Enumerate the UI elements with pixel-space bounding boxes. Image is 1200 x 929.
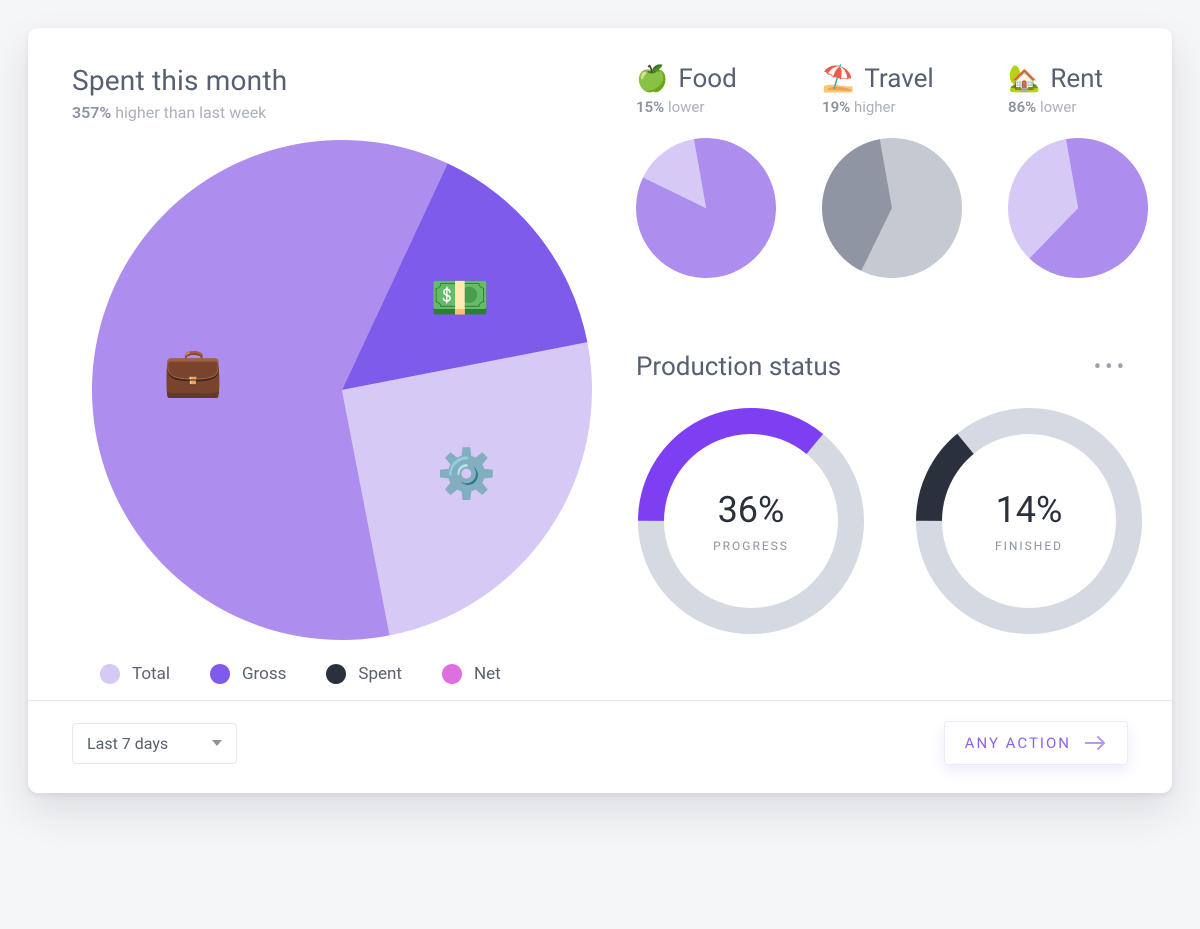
spent-panel: Spent this month 357% higher than last w… — [72, 64, 612, 640]
category-pie — [636, 138, 786, 282]
category-title: 🍏 Food — [636, 64, 786, 94]
category-delta: 86% lower — [1008, 98, 1158, 116]
travel-icon: ⛱️ — [822, 64, 854, 94]
production-rings: 36% PROGRESS 14% FINISHED — [636, 406, 1128, 636]
spent-title: Spent this month — [72, 64, 612, 97]
category-name: Travel — [864, 64, 933, 94]
food-icon: 🍏 — [636, 64, 668, 94]
ring-finished: 14% FINISHED — [914, 406, 1144, 636]
dashboard-card: Spent this month 357% higher than last w… — [28, 28, 1172, 793]
spent-delta-text: higher than last week — [111, 103, 266, 122]
category-delta: 15% lower — [636, 98, 786, 116]
category-title: 🏡 Rent — [1008, 64, 1158, 94]
production-title: Production status — [636, 352, 841, 382]
any-action-button[interactable]: ANY ACTION — [944, 721, 1128, 765]
more-icon[interactable]: ••• — [1094, 355, 1128, 380]
category-delta: 19% higher — [822, 98, 972, 116]
ring-progress: 36% PROGRESS — [636, 406, 866, 636]
spent-delta-pct: 357% — [72, 103, 111, 122]
legend-item-net: Net — [442, 664, 501, 684]
category-food: 🍏 Food 15% lower — [636, 64, 786, 282]
chevron-down-icon — [212, 740, 222, 746]
category-pie — [822, 138, 972, 282]
category-row: 🍏 Food 15% lower ⛱️ Travel 19% higher 🏡 … — [636, 64, 1128, 282]
ring-label: PROGRESS — [713, 539, 789, 553]
ring-percent: 36% — [718, 489, 785, 531]
legend: Total Gross Spent Net — [100, 664, 1128, 684]
spent-pie-chart: 💼 💵 ⚙️ — [92, 140, 592, 640]
category-pie — [1008, 138, 1158, 282]
legend-item-total: Total — [100, 664, 170, 684]
legend-label: Gross — [242, 664, 286, 684]
production-panel: Production status ••• 36% PROGRESS 14% F… — [636, 352, 1128, 636]
category-name: Rent — [1050, 64, 1103, 94]
rent-icon: 🏡 — [1008, 64, 1040, 94]
legend-item-gross: Gross — [210, 664, 286, 684]
cash-icon: 💵 — [430, 274, 490, 322]
category-name: Food — [678, 64, 736, 94]
legend-swatch — [100, 664, 120, 684]
category-rent: 🏡 Rent 86% lower — [1008, 64, 1158, 282]
legend-label: Net — [474, 664, 501, 684]
legend-swatch — [326, 664, 346, 684]
range-select[interactable]: Last 7 days — [72, 723, 237, 764]
ring-label: FINISHED — [995, 539, 1063, 553]
legend-label: Total — [132, 664, 170, 684]
category-travel: ⛱️ Travel 19% higher — [822, 64, 972, 282]
spent-subtitle: 357% higher than last week — [72, 103, 612, 122]
gear-icon: ⚙️ — [436, 450, 496, 498]
legend-swatch — [210, 664, 230, 684]
legend-item-spent: Spent — [326, 664, 402, 684]
category-title: ⛱️ Travel — [822, 64, 972, 94]
legend-label: Spent — [358, 664, 402, 684]
ring-percent: 14% — [996, 489, 1063, 531]
briefcase-icon: 💼 — [163, 348, 223, 396]
arrow-right-icon — [1085, 735, 1107, 751]
range-select-label: Last 7 days — [87, 734, 168, 753]
card-footer: Last 7 days ANY ACTION — [28, 700, 1172, 793]
any-action-label: ANY ACTION — [965, 734, 1071, 752]
legend-swatch — [442, 664, 462, 684]
